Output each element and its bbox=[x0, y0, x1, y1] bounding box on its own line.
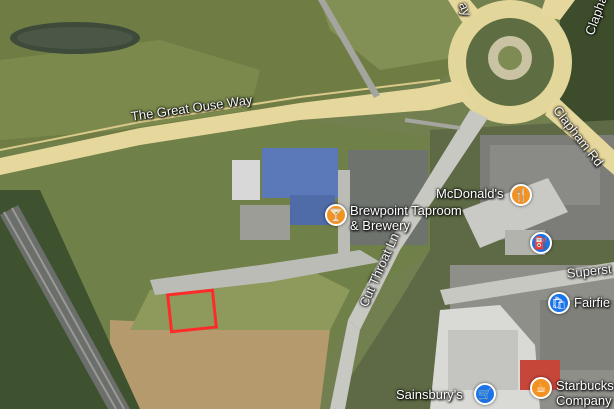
poi-starbucks-name-2[interactable]: Company bbox=[556, 393, 612, 408]
poi-brewpoint-name-2[interactable]: & Brewery bbox=[350, 218, 410, 233]
poi-fairfield-name[interactable]: Fairfie bbox=[574, 295, 610, 310]
fuel-pump-icon[interactable]: ⛽ bbox=[530, 232, 552, 254]
poi-mcdonalds-name[interactable]: McDonald's bbox=[436, 186, 504, 201]
satellite-map[interactable]: The Great Ouse Way ay Clapha Clapham Rd … bbox=[0, 0, 614, 409]
cocktail-icon[interactable]: 🍸 bbox=[325, 204, 347, 226]
poi-brewpoint-name-1[interactable]: Brewpoint Taproom bbox=[350, 203, 462, 218]
fork-knife-icon[interactable]: 🍴 bbox=[510, 184, 532, 206]
shopping-bag-icon[interactable]: 🛍 bbox=[548, 292, 570, 314]
poi-sainsburys-name[interactable]: Sainsbury's bbox=[396, 387, 463, 402]
highlight-box[interactable] bbox=[166, 288, 218, 334]
coffee-icon[interactable]: ☕ bbox=[530, 377, 552, 399]
shopping-cart-icon[interactable]: 🛒 bbox=[474, 383, 496, 405]
poi-starbucks-name-1[interactable]: Starbucks bbox=[556, 378, 614, 393]
